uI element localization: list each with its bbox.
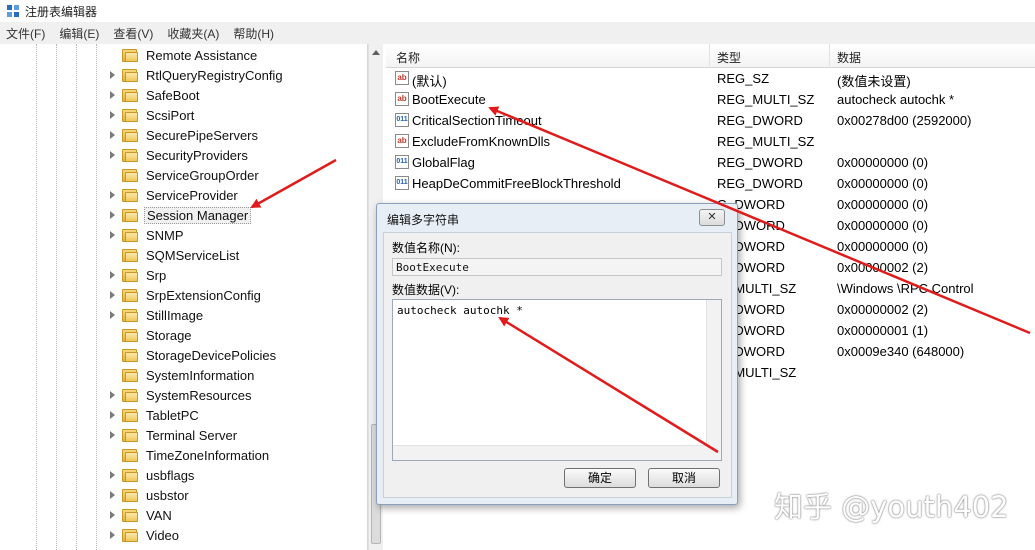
watermark: 知乎 @youth402 <box>774 490 1009 524</box>
annotation-arrows <box>250 106 1031 454</box>
arrow-to-value-data <box>498 316 719 454</box>
arrow-to-bootexecute <box>488 106 1031 335</box>
arrow-to-session-manager <box>250 158 337 209</box>
